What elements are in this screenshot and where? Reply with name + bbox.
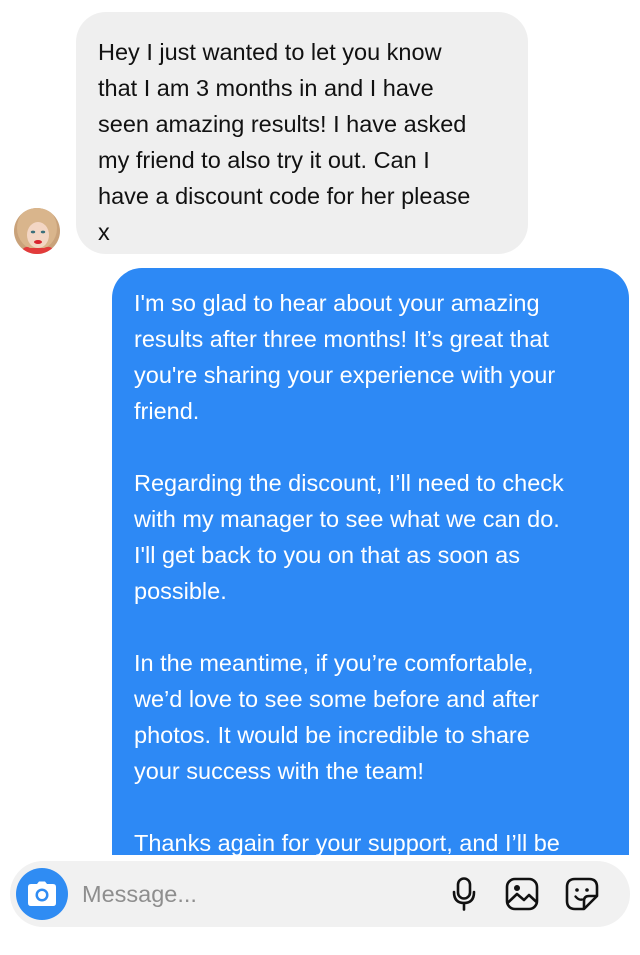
gallery-icon: [505, 877, 539, 911]
sender-avatar[interactable]: [14, 208, 60, 254]
camera-icon: [28, 881, 56, 906]
camera-button[interactable]: [16, 868, 68, 920]
sticker-button[interactable]: [564, 876, 600, 912]
outgoing-paragraph: I'm so glad to hear about your amazing r…: [134, 290, 556, 424]
outgoing-paragraph: In the meantime, if you’re comfortable, …: [134, 650, 539, 784]
message-input[interactable]: [82, 875, 422, 913]
message-composer: [10, 861, 630, 927]
avatar-photo: [14, 208, 60, 254]
outgoing-paragraph: Regarding the discount, I’ll need to che…: [134, 470, 564, 604]
microphone-icon: [452, 877, 476, 911]
sticker-icon: [565, 877, 599, 911]
voice-message-button[interactable]: [446, 876, 482, 912]
gallery-button[interactable]: [504, 876, 540, 912]
outgoing-message-bubble[interactable]: I'm so glad to hear about your amazing r…: [112, 268, 629, 855]
incoming-message-bubble[interactable]: Hey I just wanted to let you know that I…: [76, 12, 528, 254]
outgoing-paragraph: Thanks again for your support, and I’ll …: [134, 830, 560, 855]
message-thread[interactable]: Hey I just wanted to let you know that I…: [0, 0, 640, 855]
